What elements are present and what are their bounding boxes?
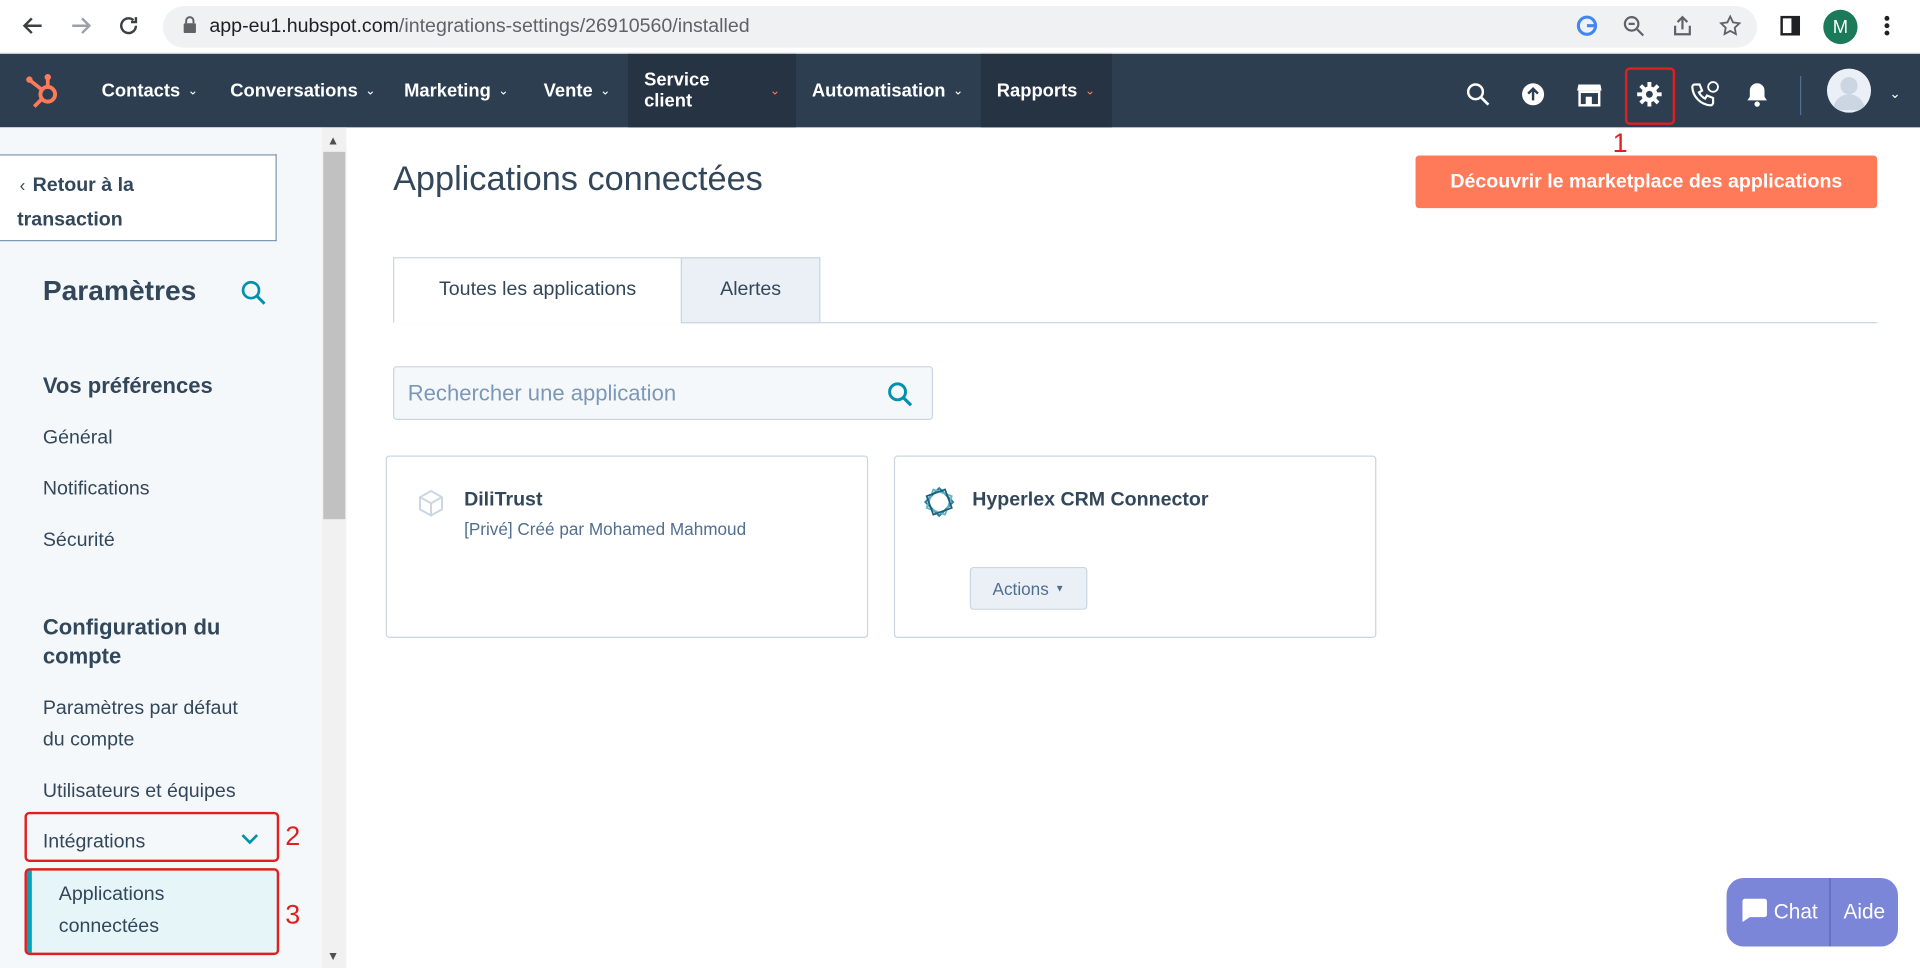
section-account-config-heading: Configuration du compte [42, 614, 221, 669]
nav-rapports[interactable]: Rapports ⌄ [980, 53, 1112, 128]
google-icon[interactable] [1573, 12, 1600, 39]
annotation-number-3: 3 [285, 898, 301, 930]
settings-search-icon[interactable] [240, 279, 267, 306]
package-cube-icon [418, 489, 445, 525]
section-preferences-heading: Vos préférences [42, 373, 213, 398]
chevron-down-icon: ⌄ [600, 83, 611, 98]
app-search-placeholder: Rechercher une application [407, 380, 677, 405]
nav-service-client[interactable]: Service client ⌄ [628, 53, 796, 128]
scroll-down-icon[interactable]: ▼ [327, 950, 339, 963]
tab-alerts[interactable]: Alertes [680, 257, 821, 324]
user-avatar[interactable] [1826, 68, 1872, 113]
chevron-down-icon: ⌄ [952, 83, 964, 98]
app-card-dilitrust[interactable]: DiliTrust [Privé] Créé par Mohamed Mahmo… [385, 455, 869, 638]
sidebar-item-users-teams[interactable]: Utilisateurs et équipes [43, 776, 236, 808]
forward-arrow-icon[interactable] [65, 10, 97, 42]
sidebar-scrollbar-thumb[interactable] [323, 151, 346, 520]
app-name: Hyperlex CRM Connector [972, 489, 1209, 511]
tab-all-apps[interactable]: Toutes les applications [393, 257, 683, 324]
page-title: Applications connectées [393, 159, 763, 198]
side-panel-icon[interactable] [1777, 12, 1804, 39]
nav-automatisation[interactable]: Automatisation ⌄ [796, 54, 979, 127]
help-button[interactable]: Aide [1831, 878, 1898, 947]
search-icon[interactable] [1460, 76, 1497, 113]
notifications-bell-icon[interactable] [1739, 76, 1776, 113]
app-card-hyperlex[interactable]: Hyperlex CRM Connector [893, 455, 1377, 638]
annotation-number-1: 1 [1612, 127, 1628, 158]
browser-toolbar: app-eu1.hubspot.com/integrations-setting… [0, 0, 1920, 54]
nav-divider [1800, 75, 1802, 116]
caret-down-icon: ▼ [1054, 582, 1065, 594]
sidebar-item-general[interactable]: Général [43, 422, 113, 454]
url-path: /integrations-settings/26910560/installe… [398, 15, 750, 37]
hyperlex-logo-icon [921, 484, 958, 527]
chevron-down-icon: ⌄ [1084, 83, 1095, 98]
zoom-icon[interactable] [1620, 12, 1647, 39]
chevron-down-icon: ⌄ [365, 83, 376, 98]
upgrade-icon[interactable] [1515, 76, 1552, 113]
annotation-box-2 [24, 811, 280, 863]
discover-marketplace-button[interactable]: Découvrir le marketplace des application… [1415, 155, 1878, 209]
chevron-down-icon: ⌄ [498, 83, 509, 98]
actions-dropdown-button[interactable]: Actions ▼ [969, 566, 1088, 610]
browser-menu-icon[interactable] [1873, 12, 1900, 39]
app-search-input[interactable]: Rechercher une application [393, 366, 934, 421]
sidebar-item-notifications[interactable]: Notifications [43, 474, 150, 506]
app-search-icon[interactable] [887, 381, 914, 408]
chevron-down-icon: ⌄ [187, 83, 198, 98]
nav-marketing[interactable]: Marketing ⌄ [388, 54, 524, 127]
chat-button[interactable]: Chat [1727, 878, 1830, 947]
share-icon[interactable] [1669, 12, 1696, 39]
hubspot-logo-icon[interactable] [24, 71, 61, 108]
lock-icon [182, 15, 197, 38]
back-arrow-icon[interactable] [17, 10, 49, 42]
settings-title: Paramètres [42, 274, 197, 307]
address-bar[interactable]: app-eu1.hubspot.com/integrations-setting… [162, 6, 1758, 48]
nav-contacts[interactable]: Contacts ⌄ [86, 54, 214, 127]
marketplace-icon[interactable] [1571, 76, 1608, 113]
reload-icon[interactable] [113, 10, 145, 42]
annotation-box-1 [1624, 67, 1676, 125]
app-name: DiliTrust [464, 489, 543, 511]
annotation-number-2: 2 [285, 820, 301, 852]
help-chat-widget[interactable]: Chat Aide [1726, 877, 1898, 947]
back-to-deal-link[interactable]: ‹ Retour à la transaction [0, 154, 277, 242]
nav-conversations[interactable]: Conversations ⌄ [214, 54, 391, 127]
url-domain: app-eu1.hubspot.com [209, 15, 399, 37]
account-chevron-down-icon[interactable]: ⌄ [1889, 86, 1900, 102]
sidebar-item-account-defaults[interactable]: Paramètres par défaut du compte [43, 693, 238, 757]
chat-bubble-icon [1738, 896, 1767, 929]
sidebar-item-security[interactable]: Sécurité [43, 525, 115, 557]
calling-icon[interactable] [1686, 76, 1723, 113]
chevron-down-icon: ⌄ [769, 83, 781, 98]
chevron-left-icon: ‹ [19, 175, 26, 195]
bookmark-star-icon[interactable] [1717, 12, 1744, 39]
nav-vente[interactable]: Vente ⌄ [528, 54, 626, 127]
browser-profile-avatar[interactable]: M [1823, 9, 1858, 45]
annotation-box-3 [24, 868, 280, 956]
scroll-up-icon[interactable]: ▲ [327, 135, 339, 148]
app-meta: [Privé] Créé par Mohamed Mahmoud [464, 519, 747, 539]
